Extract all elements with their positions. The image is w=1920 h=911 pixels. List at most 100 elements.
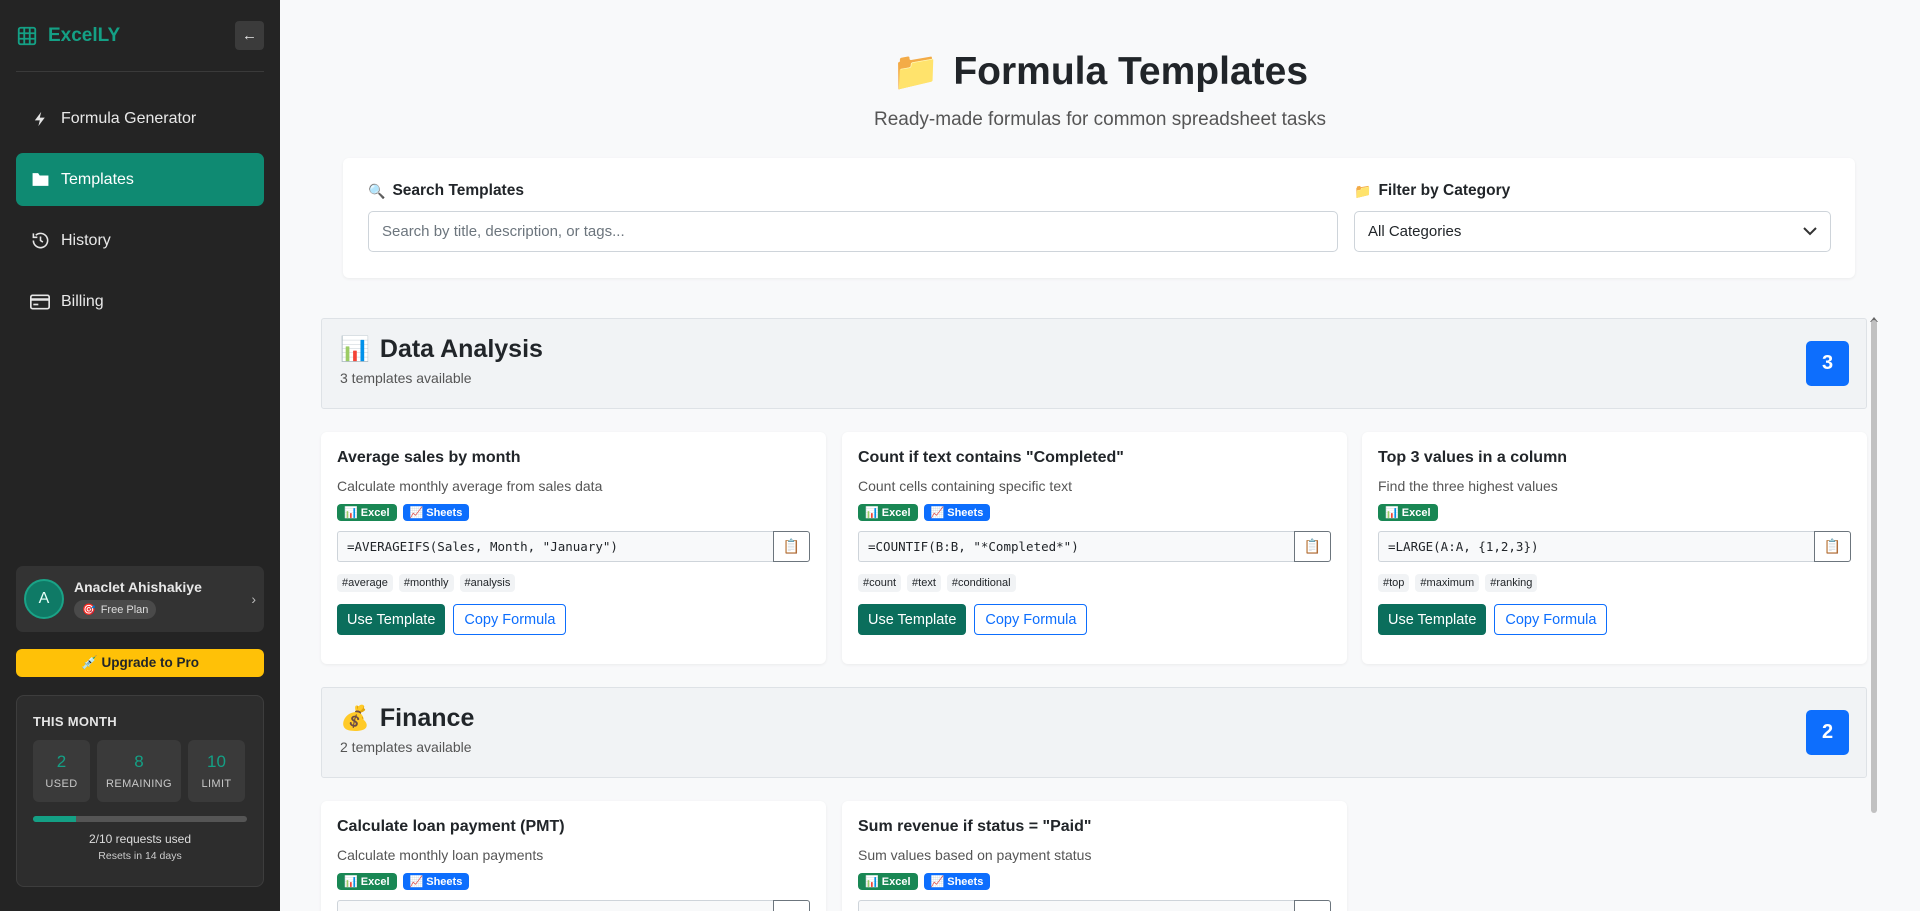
use-template-button[interactable]: Use Template xyxy=(858,604,967,635)
tag: #conditional xyxy=(946,574,1016,592)
clipboard-icon[interactable] xyxy=(773,900,810,911)
stat-remaining: 8 REMAINING xyxy=(97,740,181,802)
plan-label: Free Plan xyxy=(100,603,149,616)
card-title: Calculate loan payment (PMT) xyxy=(337,818,565,835)
category-select[interactable]: All Categories xyxy=(1354,211,1831,252)
excel-badge: 📊 Excel xyxy=(1378,504,1438,521)
category-select-value: All Categories xyxy=(1368,223,1462,240)
search-input[interactable]: Search by title, description, or tags... xyxy=(368,211,1338,252)
section-header-finance: 💰 Finance 2 templates available 2 xyxy=(321,687,1867,778)
chevron-right-icon: › xyxy=(251,591,256,607)
upgrade-to-pro-button[interactable]: 💉 Upgrade to Pro xyxy=(16,649,264,677)
usage-progress-fill xyxy=(33,816,76,822)
formula-display: =COUNTIF(B:B, "*Completed*") xyxy=(858,531,1294,562)
template-card: Average sales by month Calculate monthly… xyxy=(321,432,826,664)
formula-display xyxy=(337,900,773,911)
folder-icon: 📁 xyxy=(1354,182,1372,199)
sidebar: ExcelLY ← Formula Generator Templates Hi… xyxy=(0,0,280,911)
section-subtitle: 3 templates available xyxy=(340,370,472,386)
section-title: 📊 Data Analysis xyxy=(340,335,1848,364)
page-title: 📁 Formula Templates xyxy=(280,50,1920,94)
history-icon xyxy=(30,231,50,251)
chevron-down-icon xyxy=(1803,227,1817,236)
user-name: Anaclet Ahishakiye xyxy=(74,579,202,595)
scrollbar-thumb[interactable] xyxy=(1871,320,1877,813)
page-subtitle: Ready-made formulas for common spreadshe… xyxy=(874,109,1326,130)
filter-label: 📁 Filter by Category xyxy=(1354,182,1831,200)
stat-value: 10 xyxy=(207,752,226,771)
sidebar-item-label: Billing xyxy=(61,292,104,310)
card-title: Top 3 values in a column xyxy=(1378,449,1568,466)
excel-badge: 📊 Excel xyxy=(858,504,918,521)
sidebar-item-formula-generator[interactable]: Formula Generator xyxy=(16,92,264,145)
clipboard-icon[interactable]: 📋 xyxy=(1294,531,1331,562)
template-card: Count if text contains "Completed" Count… xyxy=(842,432,1347,664)
money-bag-icon: 💰 xyxy=(340,705,370,732)
category-filter: 📁 Filter by Category All Categories xyxy=(1354,182,1831,252)
card-description: Sum values based on payment status xyxy=(858,847,1092,863)
stat-label: REMAINING xyxy=(106,778,172,790)
usage-summary: 2/10 requests used xyxy=(88,832,192,846)
sidebar-item-billing[interactable]: Billing xyxy=(16,275,264,328)
sidebar-nav: Formula Generator Templates History Bill… xyxy=(16,92,264,336)
app-name: ExcelLY xyxy=(48,24,121,46)
card-title: Count if text contains "Completed" xyxy=(858,449,1124,466)
tag: #average xyxy=(337,574,393,592)
section-count-badge: 2 xyxy=(1806,710,1849,755)
stat-used: 2 USED xyxy=(33,740,90,802)
section-title: 💰 Finance xyxy=(340,704,1848,733)
sidebar-item-history[interactable]: History xyxy=(16,214,264,267)
collapse-sidebar-button[interactable]: ← xyxy=(235,21,264,50)
lightning-icon xyxy=(30,109,50,129)
use-template-button[interactable]: Use Template xyxy=(1378,604,1487,635)
stat-label: LIMIT xyxy=(201,778,232,790)
template-card: Top 3 values in a column Find the three … xyxy=(1362,432,1867,664)
usage-reset: Resets in 14 days xyxy=(98,850,182,862)
sheets-badge: 📈 Sheets xyxy=(923,873,991,890)
section-count-badge: 3 xyxy=(1806,341,1849,386)
sidebar-item-label: History xyxy=(61,231,111,249)
folder-icon xyxy=(30,170,50,190)
grid-icon xyxy=(17,26,37,45)
sidebar-item-label: Templates xyxy=(61,170,134,188)
usage-progress-bar xyxy=(33,816,247,822)
card-description: Find the three highest values xyxy=(1378,478,1558,494)
folder-icon: 📁 xyxy=(891,51,940,93)
stat-limit: 10 LIMIT xyxy=(188,740,245,802)
section-header-data-analysis: 📊 Data Analysis 3 templates available 3 xyxy=(321,318,1867,409)
card-description: Count cells containing specific text xyxy=(858,478,1072,494)
card-title: Average sales by month xyxy=(337,449,521,466)
search-label-text: Search Templates xyxy=(392,182,524,199)
card-description: Calculate monthly average from sales dat… xyxy=(337,478,603,494)
template-card: Calculate loan payment (PMT) Calculate m… xyxy=(321,801,826,911)
search-filter-card: 🔍 Search Templates Search by title, desc… xyxy=(343,158,1855,278)
sidebar-item-templates[interactable]: Templates xyxy=(16,153,264,206)
avatar: A xyxy=(24,579,64,619)
clipboard-icon[interactable]: 📋 xyxy=(1814,531,1851,562)
use-template-button[interactable]: Use Template xyxy=(337,604,446,635)
usage-panel: THIS MONTH 2 USED 8 REMAINING 10 LIMIT 2… xyxy=(16,695,264,887)
clipboard-icon[interactable]: 📋 xyxy=(773,531,810,562)
magnifier-icon: 🔍 xyxy=(368,182,386,199)
credit-card-icon xyxy=(30,292,50,312)
stat-value: 2 xyxy=(56,752,67,771)
template-card: Sum revenue if status = "Paid" Sum value… xyxy=(842,801,1347,911)
section-subtitle: 2 templates available xyxy=(340,739,472,755)
tag: #ranking xyxy=(1485,574,1538,592)
main-content: 📁 Formula Templates Ready-made formulas … xyxy=(280,0,1920,911)
copy-formula-button[interactable]: Copy Formula xyxy=(453,604,567,635)
copy-formula-button[interactable]: Copy Formula xyxy=(974,604,1088,635)
brand: ExcelLY ← xyxy=(16,0,264,72)
clipboard-icon[interactable] xyxy=(1294,900,1331,911)
filter-label-text: Filter by Category xyxy=(1378,182,1511,199)
formula-display: =AVERAGEIFS(Sales, Month, "January") xyxy=(337,531,773,562)
tag: #monthly xyxy=(398,574,454,592)
tag: #count xyxy=(858,574,902,592)
copy-formula-button[interactable]: Copy Formula xyxy=(1494,604,1608,635)
search-field: 🔍 Search Templates Search by title, desc… xyxy=(368,182,1338,252)
user-profile-card[interactable]: A Anaclet Ahishakiye 🎯 Free Plan › xyxy=(16,566,264,632)
section-title-text: Finance xyxy=(379,704,475,732)
plan-badge: 🎯 Free Plan xyxy=(74,600,157,619)
sheets-badge: 📈 Sheets xyxy=(402,873,470,890)
tag: #text xyxy=(907,574,941,592)
